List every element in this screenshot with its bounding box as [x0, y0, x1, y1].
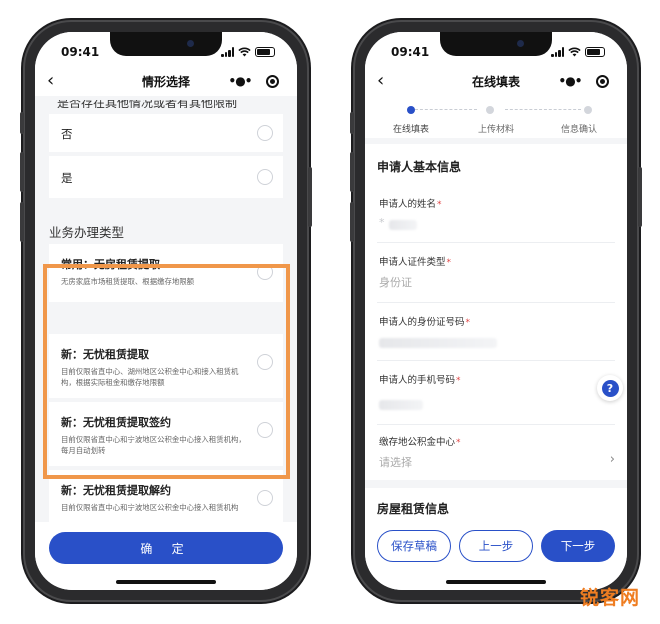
- application-form: 申请人基本信息 申请人的姓名* * 申请人证件类型* 身份证 申请人的身份证号码…: [365, 144, 627, 520]
- type-card-worry-free[interactable]: 新：无忧租赁提取 目前仅限省直中心、湖州地区公积金中心和接入租赁机构，根据实际租…: [49, 334, 283, 398]
- name-input[interactable]: *: [379, 216, 385, 229]
- type-desc: 无房家庭市场租赁提取、根据缴存地限额: [61, 277, 195, 286]
- more-icon[interactable]: •●•: [229, 74, 253, 88]
- field-label-center: 缴存地公积金中心*: [379, 437, 461, 448]
- type-name: 新：无忧租赁提取: [61, 348, 149, 361]
- radio-button[interactable]: [257, 125, 273, 141]
- step-label: 信息确认: [560, 125, 598, 135]
- prev-step-button[interactable]: 上一步: [459, 530, 533, 562]
- step-dot: [486, 106, 494, 114]
- section-title: 房屋租赁信息: [377, 502, 450, 516]
- save-draft-button[interactable]: 保存草稿: [377, 530, 451, 562]
- nav-bar: ‹ 情形选择 •●•: [35, 66, 297, 96]
- mini-program-capsule[interactable]: •●•: [221, 69, 287, 93]
- step-label: 在线填表: [392, 125, 430, 135]
- field-label-phone: 申请人的手机号码*: [379, 375, 461, 386]
- signal-icon: [221, 47, 234, 57]
- option-label: 否: [61, 127, 73, 141]
- help-icon: ?: [601, 379, 619, 397]
- field-label-id-number: 申请人的身份证号码*: [379, 317, 471, 328]
- more-icon[interactable]: •●•: [559, 74, 583, 88]
- id-type-select[interactable]: 身份证: [379, 274, 412, 290]
- page-title: 在线填表: [471, 74, 520, 89]
- section-title: 申请人基本信息: [377, 160, 462, 174]
- home-indicator: [446, 580, 546, 584]
- field-label-id-type: 申请人证件类型*: [379, 257, 452, 268]
- step-label: 上传材料: [477, 125, 515, 135]
- type-card-common[interactable]: 常用：无房租赁提取 无房家庭市场租赁提取、根据缴存地限额: [49, 244, 283, 302]
- type-name: 常用：无房租赁提取: [61, 258, 160, 271]
- divider: [377, 302, 615, 303]
- option-yes[interactable]: 是: [49, 156, 283, 198]
- option-no[interactable]: 否: [49, 114, 283, 152]
- status-time: 09:41: [391, 45, 430, 59]
- record-icon[interactable]: [596, 74, 610, 88]
- record-icon[interactable]: [266, 74, 280, 88]
- mute-switch: [20, 112, 24, 134]
- page-title: 情形选择: [141, 74, 190, 89]
- phone-left: 09:41 ‹ 情形选择 •●• 是否存在其他情况或者有其他限制条件 否 是: [20, 22, 312, 600]
- radio-button[interactable]: [257, 264, 273, 280]
- notch: [440, 32, 552, 56]
- section-title: 业务办理类型: [49, 225, 125, 240]
- radio-button[interactable]: [257, 169, 273, 185]
- power-button: [308, 167, 312, 227]
- type-desc: 目前仅限省直中心和宁波地区公积金中心接入租赁机构，每月自动划转: [61, 435, 246, 455]
- divider: [377, 242, 615, 243]
- type-name: 新：无忧租赁提取解约: [61, 484, 171, 497]
- step-connector: [505, 109, 581, 110]
- cut-off-question: 是否存在其他情况或者有其他限制条件: [57, 100, 237, 108]
- progress-stepper: 在线填表 上传材料 信息确认: [365, 96, 627, 138]
- type-desc: 目前仅限省直中心和宁波地区公积金中心接入租赁机构: [61, 503, 239, 512]
- redacted-value: [389, 220, 417, 230]
- back-arrow-icon[interactable]: ‹: [47, 70, 54, 91]
- volume-down-button: [20, 202, 24, 242]
- nav-bar: ‹ 在线填表 •●•: [365, 66, 627, 96]
- option-label: 是: [61, 171, 73, 185]
- wifi-icon: [568, 47, 581, 57]
- step-dot-active: [407, 106, 415, 114]
- volume-up-button: [350, 152, 354, 192]
- radio-button[interactable]: [257, 354, 273, 370]
- screen-left: 09:41 ‹ 情形选择 •●• 是否存在其他情况或者有其他限制条件 否 是: [35, 32, 297, 590]
- screen-right: 09:41 ‹ 在线填表 •●• 在线填表 上传材料 信息确认 申请人基本信息 …: [365, 32, 627, 590]
- section-gap: [365, 480, 627, 488]
- mute-switch: [350, 112, 354, 134]
- type-name: 新：无忧租赁提取签约: [61, 416, 171, 429]
- chevron-right-icon[interactable]: ›: [610, 452, 615, 467]
- help-button[interactable]: ?: [597, 375, 623, 401]
- battery-icon: [255, 47, 275, 57]
- field-label-name: 申请人的姓名*: [379, 199, 442, 210]
- status-time: 09:41: [61, 45, 100, 59]
- home-indicator: [116, 580, 216, 584]
- radio-button[interactable]: [257, 490, 273, 506]
- radio-button[interactable]: [257, 422, 273, 438]
- power-button: [638, 167, 642, 227]
- confirm-button[interactable]: 确 定: [49, 532, 283, 564]
- step-dot: [584, 106, 592, 114]
- id-number-input[interactable]: [379, 338, 497, 348]
- notch: [110, 32, 222, 56]
- next-step-button[interactable]: 下一步: [541, 530, 615, 562]
- step-connector: [415, 109, 477, 110]
- back-arrow-icon[interactable]: ‹: [377, 70, 384, 91]
- volume-down-button: [350, 202, 354, 242]
- type-card-sign[interactable]: 新：无忧租赁提取签约 目前仅限省直中心和宁波地区公积金中心接入租赁机构，每月自动…: [49, 402, 283, 466]
- mini-program-capsule[interactable]: •●•: [551, 69, 617, 93]
- volume-up-button: [20, 152, 24, 192]
- center-select[interactable]: 请选择: [379, 454, 412, 470]
- phone-right: 09:41 ‹ 在线填表 •●• 在线填表 上传材料 信息确认 申请人基本信息 …: [350, 22, 642, 600]
- watermark-logo: 锐客网: [579, 587, 640, 609]
- scenario-content: 是否存在其他情况或者有其他限制条件 否 是 业务办理类型 常用：无房租赁提取 无…: [35, 96, 297, 590]
- signal-icon: [551, 47, 564, 57]
- type-desc: 目前仅限省直中心、湖州地区公积金中心和接入租赁机构，根据实际租金和缴存地限额: [61, 367, 239, 387]
- battery-icon: [585, 47, 605, 57]
- divider: [377, 360, 615, 361]
- phone-input[interactable]: [379, 400, 423, 410]
- wifi-icon: [238, 47, 251, 57]
- divider: [377, 424, 615, 425]
